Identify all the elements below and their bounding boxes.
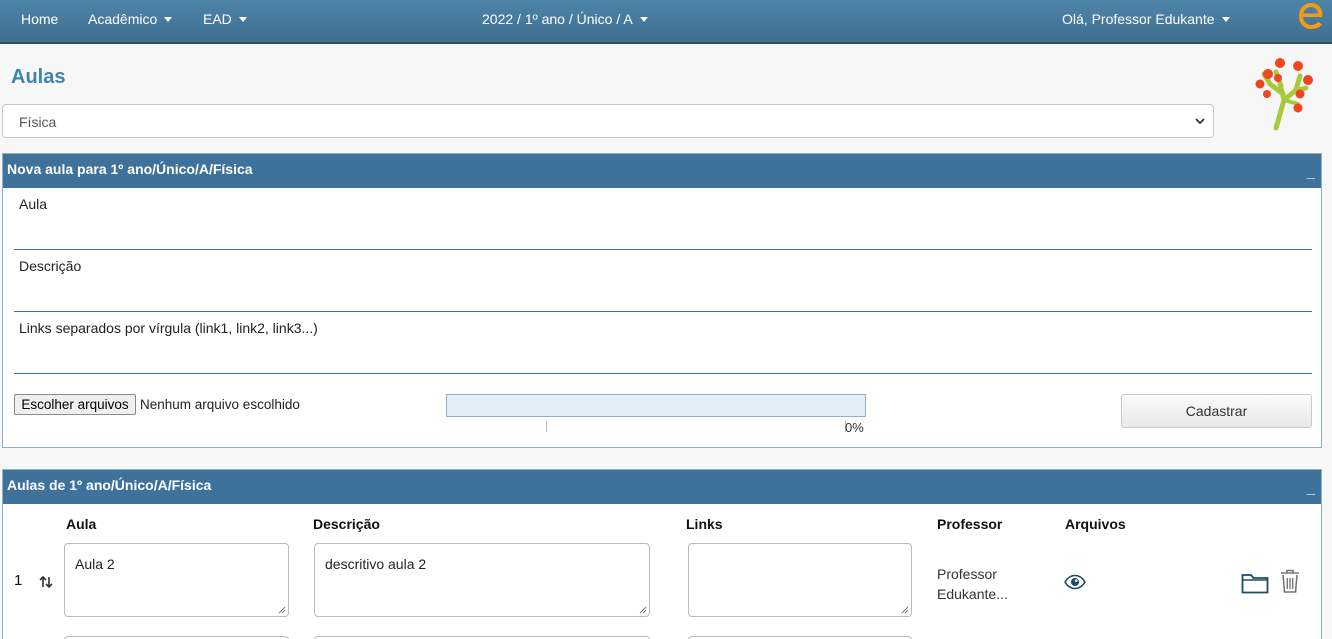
nav-user-menu[interactable]: Olá, Professor Edukante [1062, 0, 1230, 38]
nav-ead-menu[interactable]: EAD [203, 0, 247, 38]
lessons-panel: Aulas de 1º ano/Único/A/Física _ Aula De… [2, 469, 1322, 639]
choose-files-button[interactable]: Escolher arquivos [14, 394, 136, 415]
aula-value: Aula 2 [75, 556, 115, 572]
descricao-field-label: Descrição [19, 258, 82, 274]
top-navbar: Home Acadêmico EAD 2022 / 1º ano / Único… [0, 0, 1332, 44]
new-lesson-panel-title: Nova aula para 1º ano/Único/A/Física [7, 161, 253, 177]
descricao-value: descritivo aula 2 [325, 556, 427, 572]
aula-field[interactable]: Aula [14, 188, 1312, 250]
sort-arrows-icon[interactable] [38, 574, 54, 590]
folder-icon[interactable] [1241, 572, 1269, 594]
collapse-button[interactable]: _ [1307, 474, 1315, 504]
resize-grip-icon[interactable] [901, 606, 909, 614]
column-header-links: Links [686, 516, 723, 532]
progress-tick [546, 421, 547, 432]
nav-home[interactable]: Home [21, 0, 58, 38]
nav-context-selector[interactable]: 2022 / 1º ano / Único / A [482, 0, 648, 38]
page-title: Aulas [11, 66, 66, 88]
lessons-panel-header: Aulas de 1º ano/Único/A/Física _ [3, 470, 1321, 504]
caret-down-icon [1221, 17, 1230, 22]
links-field-label: Links separados por vírgula (link1, link… [19, 320, 318, 336]
upload-progress-label: 0% [845, 420, 864, 435]
caret-down-icon [238, 17, 247, 22]
file-status-text: Nenhum arquivo escolhido [140, 397, 300, 412]
professor-name-line2: Edukante... [937, 586, 1008, 602]
column-header-aula: Aula [66, 516, 97, 532]
cadastrar-button[interactable]: Cadastrar [1121, 394, 1312, 428]
column-header-professor: Professor [937, 516, 1003, 532]
links-field[interactable]: Links separados por vírgula (link1, link… [14, 312, 1312, 374]
nav-user-greeting: Olá, Professor Edukante [1062, 11, 1215, 27]
nav-home-label: Home [21, 11, 59, 27]
professor-name: Professor Edukante... [937, 564, 1037, 604]
aula-field-label: Aula [19, 196, 48, 212]
descricao-textarea[interactable]: descritivo aula 2 [314, 543, 650, 617]
lessons-panel-title: Aulas de 1º ano/Único/A/Física [7, 477, 212, 493]
subject-select[interactable]: Física [2, 104, 1214, 138]
aula-textarea[interactable]: Aula 2 [64, 543, 289, 617]
eye-icon[interactable] [1064, 574, 1086, 590]
collapse-button[interactable]: _ [1307, 158, 1315, 188]
nav-academico-menu[interactable]: Acadêmico [88, 0, 173, 38]
column-header-descricao: Descrição [313, 516, 380, 532]
descricao-field[interactable]: Descrição [14, 250, 1312, 312]
chevron-down-icon [1195, 118, 1205, 125]
tree-logo-icon [1255, 58, 1313, 131]
nav-context-label: 2022 / 1º ano / Único / A [482, 11, 633, 27]
links-textarea[interactable] [688, 543, 912, 617]
nav-academico-label: Acadêmico [88, 11, 158, 27]
new-lesson-panel: Nova aula para 1º ano/Único/A/Física _ A… [2, 153, 1322, 448]
column-header-arquivos: Arquivos [1065, 516, 1126, 532]
row-index: 1 [14, 572, 23, 589]
caret-down-icon [164, 17, 173, 22]
caret-down-icon [639, 17, 648, 22]
nav-ead-label: EAD [203, 11, 232, 27]
resize-grip-icon[interactable] [278, 606, 286, 614]
subject-select-value: Física [19, 114, 57, 130]
trash-icon[interactable] [1279, 568, 1301, 594]
new-lesson-panel-header: Nova aula para 1º ano/Único/A/Física _ [3, 154, 1321, 188]
upload-progress-bar [446, 394, 866, 417]
professor-name-line1: Professor [937, 566, 997, 582]
edukante-e-logo-icon[interactable] [1297, 0, 1325, 32]
resize-grip-icon[interactable] [639, 606, 647, 614]
